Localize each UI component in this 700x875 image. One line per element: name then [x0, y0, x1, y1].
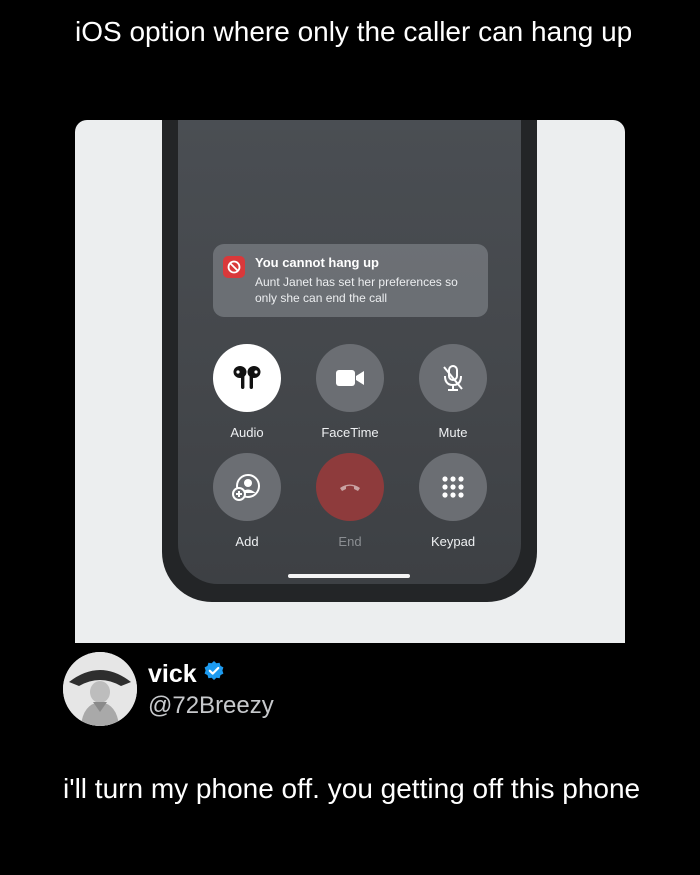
- audio-button[interactable]: Audio: [197, 344, 297, 440]
- post-caption: iOS option where only the caller can han…: [75, 16, 633, 47]
- facetime-button[interactable]: FaceTime: [300, 344, 400, 440]
- no-entry-icon: [223, 256, 245, 278]
- add-label: Add: [235, 534, 259, 549]
- end-label: End: [338, 534, 362, 549]
- keypad-icon: [419, 453, 487, 521]
- facetime-label: FaceTime: [321, 425, 379, 440]
- keypad-button[interactable]: Keypad: [403, 453, 503, 549]
- verified-badge-icon: [203, 660, 225, 689]
- home-indicator: [288, 574, 410, 578]
- audio-label: Audio: [230, 425, 264, 440]
- banner-title: You cannot hang up: [255, 255, 379, 270]
- author-handle[interactable]: @72Breezy: [148, 692, 274, 720]
- keypad-label: Keypad: [430, 534, 476, 549]
- banner-message: Aunt Janet has set her preferences so on…: [255, 275, 458, 305]
- avatar[interactable]: [63, 652, 137, 726]
- phone-hangup-icon: [316, 453, 384, 521]
- add-button[interactable]: Add: [197, 453, 297, 549]
- add-person-icon: [213, 453, 281, 521]
- phone-frame: You cannot hang up Aunt Janet has set he…: [162, 120, 537, 602]
- reply-text: i'll turn my phone off. you getting off …: [63, 773, 641, 804]
- microphone-slash-icon: [419, 344, 487, 412]
- cannot-hang-up-banner: You cannot hang up Aunt Janet has set he…: [213, 244, 488, 317]
- airpods-icon: [213, 344, 281, 412]
- end-button[interactable]: End: [300, 453, 400, 549]
- mute-button[interactable]: Mute: [403, 344, 503, 440]
- author-name: vick: [148, 660, 197, 688]
- embedded-image: You cannot hang up Aunt Janet has set he…: [75, 120, 625, 643]
- video-camera-icon: [316, 344, 384, 412]
- phone-screen: You cannot hang up Aunt Janet has set he…: [178, 120, 521, 584]
- reply-author[interactable]: vick: [148, 660, 225, 689]
- mute-label: Mute: [438, 425, 468, 440]
